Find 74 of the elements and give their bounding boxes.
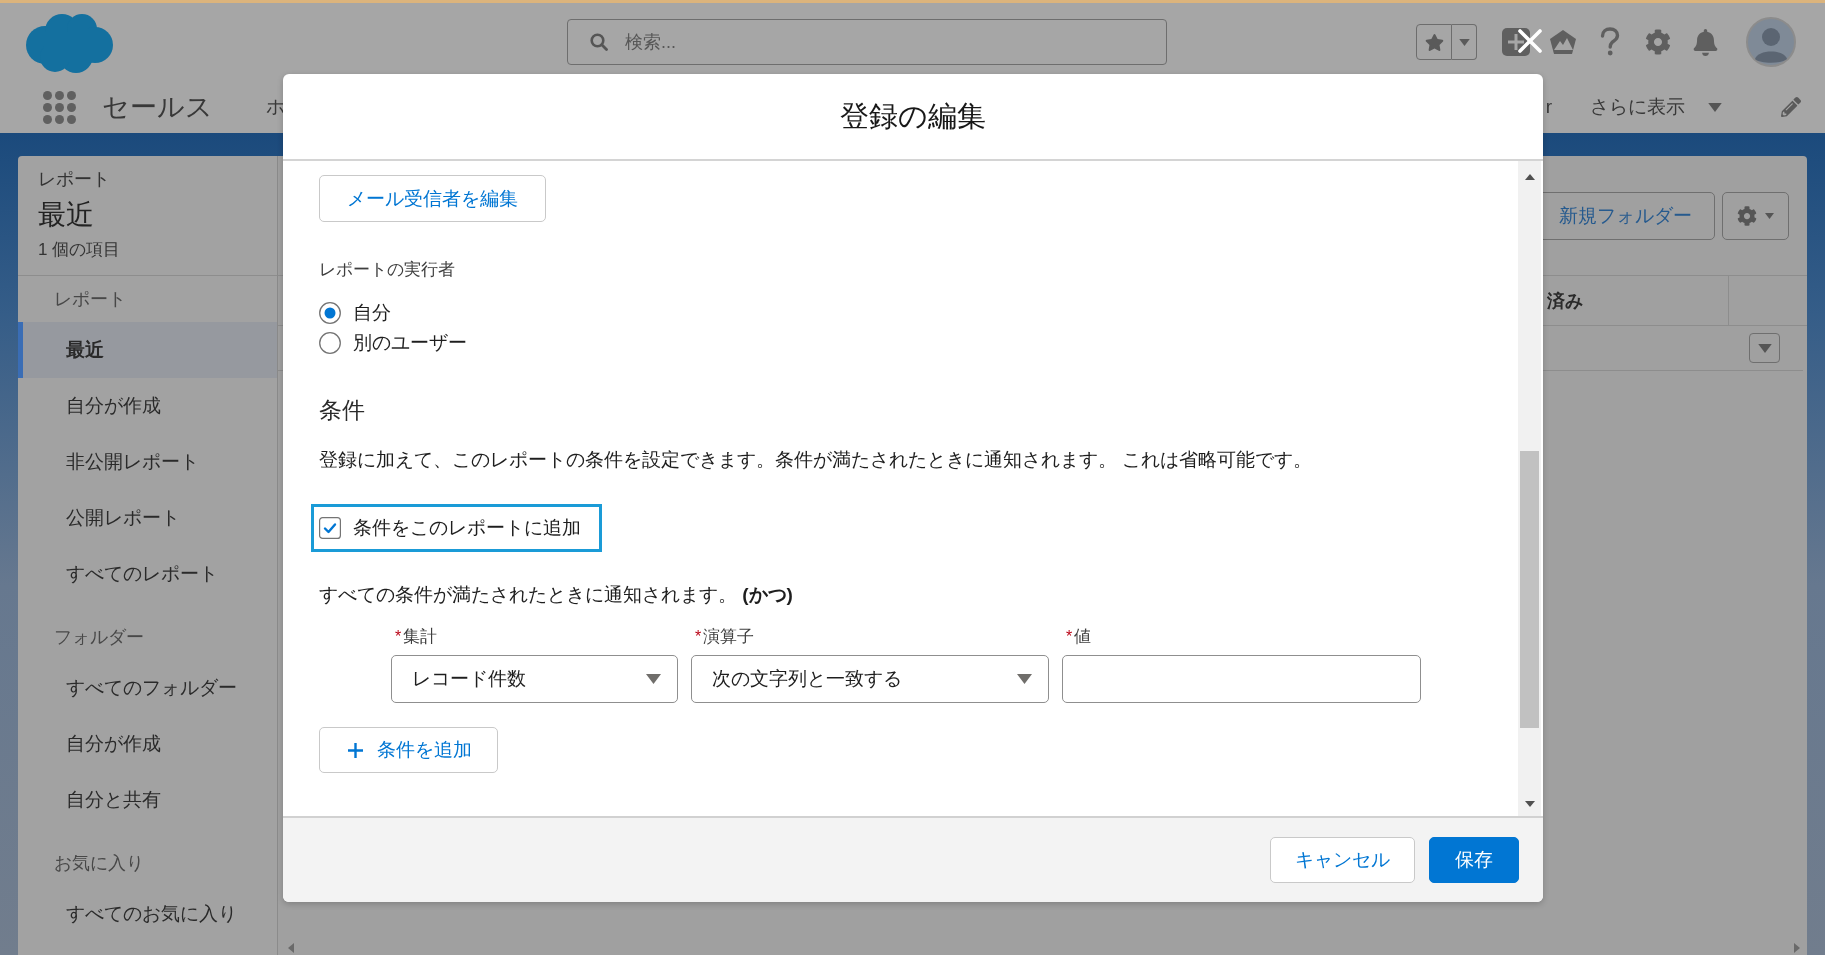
edit-recipients-button[interactable]: メール受信者を編集 [319, 175, 546, 222]
sidebar-item[interactable]: すべてのお気に入り [18, 886, 277, 942]
scrollbar[interactable] [1518, 161, 1541, 816]
dialog-title: 登録の編集 [840, 98, 986, 134]
select-field[interactable]: レコード件数 [391, 655, 678, 703]
option-label: 別のユーザー [353, 331, 467, 355]
column-header[interactable]: 済み [1547, 288, 1583, 313]
section-heading: 条件 [319, 396, 365, 425]
mountain-icon[interactable] [1548, 29, 1578, 55]
settings-menu-button[interactable] [1722, 192, 1789, 240]
section-title: レポート [54, 288, 126, 311]
caret-icon [646, 674, 661, 684]
sidebar-item[interactable]: すべてのフォルダー [18, 660, 277, 716]
bell-icon[interactable] [1692, 28, 1719, 56]
list-title: 最近 [38, 198, 94, 232]
add-condition-button[interactable]: 条件を追加 [319, 727, 498, 773]
more-tabs-button[interactable]: さらに表示 [1590, 94, 1722, 120]
caret-icon [1765, 213, 1774, 219]
caret-icon [1708, 102, 1722, 112]
pencil-icon[interactable] [1781, 97, 1801, 117]
scroll-left-icon[interactable] [288, 943, 294, 953]
row-menu-button[interactable] [1749, 333, 1780, 363]
avatar-icon[interactable] [1746, 17, 1796, 67]
nav-tab[interactable]: r [1545, 96, 1552, 118]
section-title: お気に入り [54, 852, 144, 875]
field-label: 集計 [403, 626, 438, 648]
app-name: セールス [102, 91, 213, 124]
star-icon [1424, 32, 1444, 52]
nav-tab[interactable]: ホ [266, 94, 285, 120]
caret-icon [1458, 38, 1470, 46]
radio-button[interactable] [319, 302, 341, 324]
sidebar-item[interactable]: 最近 [18, 322, 277, 378]
search-field[interactable]: 検索... [567, 19, 1167, 65]
app-launcher-icon[interactable] [43, 90, 76, 124]
value-input[interactable] [1062, 655, 1421, 703]
scroll-thumb[interactable] [1520, 451, 1539, 728]
settings-icon [1737, 206, 1757, 226]
sidebar-item[interactable]: 自分と共有 [18, 772, 277, 828]
save-button[interactable]: 保存 [1429, 837, 1519, 883]
caret-icon [1757, 343, 1772, 353]
section-title: フォルダー [54, 626, 144, 649]
scroll-down-icon[interactable] [1524, 801, 1535, 807]
search-icon [590, 33, 608, 51]
favorites-menu-button[interactable] [1452, 24, 1477, 60]
sidebar-item[interactable]: 自分が作成 [18, 716, 277, 772]
favorites-button[interactable] [1416, 24, 1452, 60]
option-label: 自分 [353, 301, 391, 325]
help-icon[interactable] [1599, 27, 1621, 57]
select-field[interactable]: 次の文字列と一致する [691, 655, 1049, 703]
settings-icon[interactable] [1645, 29, 1671, 55]
required-mark: * [395, 627, 402, 647]
cancel-button[interactable]: キャンセル [1270, 837, 1415, 883]
radio-button[interactable] [319, 332, 341, 354]
checkbox[interactable] [319, 517, 341, 539]
sidebar-item[interactable]: すべてのレポート [18, 546, 277, 602]
cloud-logo[interactable] [24, 11, 113, 73]
description-text: 登録に加えて、このレポートの条件を設定できます。条件が満たされたときに通知されます。 これは省略可能です。 [319, 448, 1313, 472]
field-label: 値 [1074, 626, 1092, 648]
caret-icon [1017, 674, 1032, 684]
scroll-right-icon[interactable] [1794, 943, 1800, 953]
object-label: レポート [38, 168, 110, 191]
field-label: 演算子 [703, 626, 755, 648]
required-mark: * [1066, 627, 1073, 647]
close-icon[interactable] [1517, 28, 1543, 54]
scroll-up-icon[interactable] [1524, 174, 1535, 180]
logic-text: すべての条件が満たされたときに通知されます。 (かつ) [319, 583, 793, 607]
sidebar-item[interactable]: 非公開レポート [18, 434, 277, 490]
sidebar-item[interactable]: 自分が作成 [18, 378, 277, 434]
checkbox-label: 条件をこのレポートに追加 [353, 516, 581, 540]
plus-icon [347, 741, 364, 759]
item-count: 1 個の項目 [38, 239, 121, 261]
field-label: レポートの実行者 [319, 259, 455, 281]
required-mark: * [695, 627, 702, 647]
sidebar-item[interactable]: 公開レポート [18, 490, 277, 546]
